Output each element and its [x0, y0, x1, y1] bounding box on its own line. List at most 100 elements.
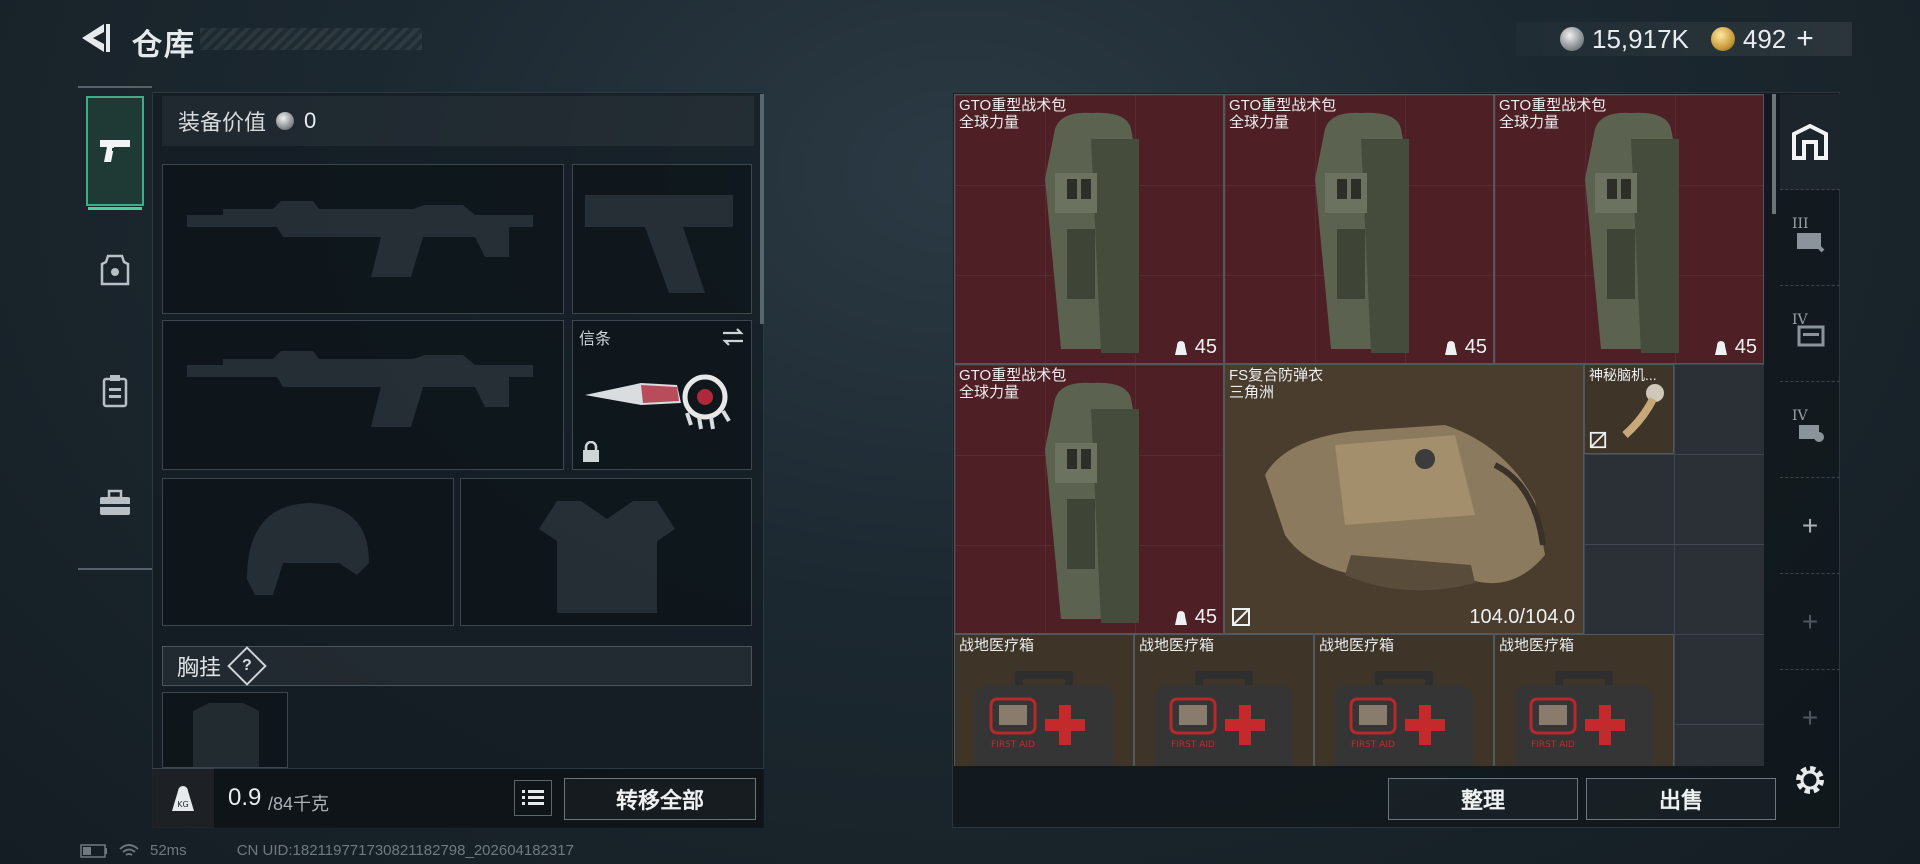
sort-button[interactable]: 整理: [1388, 778, 1578, 820]
tab-stash-3[interactable]: III: [1780, 190, 1840, 286]
equipment-value-label: 装备价值: [178, 110, 267, 135]
item-subtitle: 全球力量: [1499, 114, 1560, 131]
bag-icon: [1444, 340, 1457, 355]
sidearm-slot[interactable]: [572, 164, 752, 314]
gear-icon: [1796, 766, 1824, 794]
rifle-silhouette-icon: [187, 201, 533, 277]
item-count: 45: [1443, 336, 1487, 359]
pistol-icon: [100, 140, 130, 162]
backpack-icon: [1045, 382, 1139, 623]
stash-scrollbar[interactable]: [1772, 94, 1776, 214]
item-name: 战地医疗箱: [1499, 637, 1575, 654]
gold-coin-icon: [1710, 27, 1735, 51]
settings-button[interactable]: [1790, 760, 1830, 800]
silver-coin-icon: [276, 112, 295, 130]
body-armor-slot[interactable]: [460, 478, 752, 626]
pistol-silhouette-icon: [585, 195, 733, 293]
help-icon[interactable]: ?: [227, 646, 267, 686]
backpack-icon: [1045, 112, 1139, 353]
gold-balance: 492: [1742, 23, 1787, 54]
medkit-icon: FIRST AID: [975, 671, 1113, 766]
knife-icon: [585, 374, 731, 430]
stash-item-brain-chip[interactable]: 神秘脑机...: [1584, 364, 1674, 454]
bag-icon: [1174, 340, 1187, 355]
equipment-value: 0: [304, 108, 317, 133]
svg-text:KG: KG: [177, 800, 188, 809]
weight-icon: KG: [152, 768, 214, 828]
rifle-silhouette-icon: [187, 351, 533, 427]
lock-icon: [583, 441, 599, 462]
tab-stash-4b[interactable]: IV: [1780, 382, 1840, 478]
back-button[interactable]: [76, 18, 116, 58]
item-name: 战地医疗箱: [1139, 637, 1215, 654]
tab-rig[interactable]: [86, 336, 144, 446]
page-title: 仓库: [132, 29, 196, 62]
stash-item-medkit[interactable]: 战地医疗箱 FIRST AID: [1314, 634, 1494, 766]
item-name: 战地医疗箱: [1319, 637, 1395, 654]
equipment-scrollbar[interactable]: [760, 94, 764, 324]
stash-item-medkit[interactable]: 战地医疗箱 FIRST AID: [1134, 634, 1314, 766]
stash-grid[interactable]: GTO重型战术包 全球力量 45 GTO重型战术包 全球力量 45 GTO重型战…: [954, 94, 1764, 766]
add-stash-page-button-locked[interactable]: +: [1780, 574, 1840, 670]
chest-rig-header: 胸挂 ?: [162, 646, 752, 686]
weight-max: /84千克: [268, 794, 330, 814]
stash-item-backpack[interactable]: GTO重型战术包 全球力量 45: [954, 94, 1224, 364]
add-gold-button[interactable]: +: [1796, 22, 1814, 56]
tab-stash-4a[interactable]: IV: [1780, 286, 1840, 382]
item-subtitle: 全球力量: [1229, 114, 1290, 131]
armor-icon: [100, 254, 130, 286]
item-durability: 104.0/104.0: [1469, 606, 1575, 628]
primary-weapon-slot-2[interactable]: [162, 320, 564, 470]
svg-text:FIRST AID: FIRST AID: [1531, 740, 1575, 750]
item-subtitle: 全球力量: [959, 114, 1020, 131]
equipment-value-bar: 装备价值 0: [162, 96, 754, 146]
ping-value: 52ms: [150, 842, 187, 859]
silver-coin-icon: [1560, 27, 1584, 51]
weight-kg-icon: KG: [172, 786, 194, 811]
swap-icon[interactable]: [721, 327, 745, 347]
chest-rig-slot[interactable]: [162, 692, 288, 769]
vest-silhouette-icon: [539, 501, 675, 613]
silver-balance: 15,917K: [1592, 23, 1689, 54]
equipment-tabs: [78, 86, 152, 570]
svg-text:FIRST AID: FIRST AID: [1171, 740, 1215, 750]
primary-weapon-slot-1[interactable]: [162, 164, 564, 314]
melee-slot[interactable]: 信条: [572, 320, 752, 470]
weight-current: 0.9: [228, 784, 262, 811]
transfer-all-button[interactable]: 转移全部: [564, 778, 756, 820]
svg-text:FIRST AID: FIRST AID: [1351, 740, 1395, 750]
list-icon: [522, 790, 544, 805]
tab-stash-main[interactable]: [1780, 94, 1840, 190]
tab-weapons[interactable]: [86, 96, 144, 210]
warehouse-icon: [1792, 123, 1828, 160]
stash-item-medkit[interactable]: 战地医疗箱 FIRST AID: [1494, 634, 1674, 766]
battery-icon: [80, 843, 107, 858]
item-subtitle: 全球力量: [959, 384, 1020, 401]
user-uid: CN UID:18211977173082118​2798_2026041823…: [236, 842, 574, 859]
bag-icon: [1714, 340, 1727, 355]
stash-item-backpack[interactable]: GTO重型战术包 全球力量 45: [954, 364, 1224, 634]
tab-toolbox[interactable]: [86, 448, 144, 558]
tab-armor[interactable]: [86, 216, 144, 326]
stash-item-backpack[interactable]: GTO重型战术包 全球力量 45: [1224, 94, 1494, 364]
sell-button[interactable]: 出售: [1586, 778, 1776, 820]
item-name: FS复合防弹衣: [1229, 367, 1324, 384]
list-view-button[interactable]: [514, 780, 552, 816]
melee-slot-title: 信条: [579, 331, 612, 348]
stash-item-backpack[interactable]: GTO重型战术包 全球力量 45: [1494, 94, 1764, 364]
item-count: 45: [1173, 336, 1217, 359]
item-subtitle: 三角洲: [1229, 384, 1275, 401]
add-stash-page-button-locked[interactable]: +: [1780, 670, 1840, 766]
add-stash-page-button[interactable]: +: [1780, 478, 1840, 574]
body-armor-icon: [1265, 425, 1546, 591]
medkit-icon: FIRST AID: [1515, 671, 1653, 766]
helmet-slot[interactable]: [162, 478, 454, 626]
medkit-icon: FIRST AID: [1335, 671, 1473, 766]
stash-item-medkit[interactable]: 战地医疗箱 FIRST AID: [954, 634, 1134, 766]
chest-rig-label: 胸挂: [177, 655, 222, 680]
rig-silhouette-icon: [193, 703, 259, 769]
item-name: 战地医疗箱: [959, 637, 1035, 654]
toolbox-icon: [100, 489, 130, 515]
currency-bar: 15,917K 492 +: [1516, 22, 1852, 56]
stash-item-body-armor[interactable]: FS复合防弹衣 三角洲 104.0/104.0: [1224, 364, 1584, 634]
